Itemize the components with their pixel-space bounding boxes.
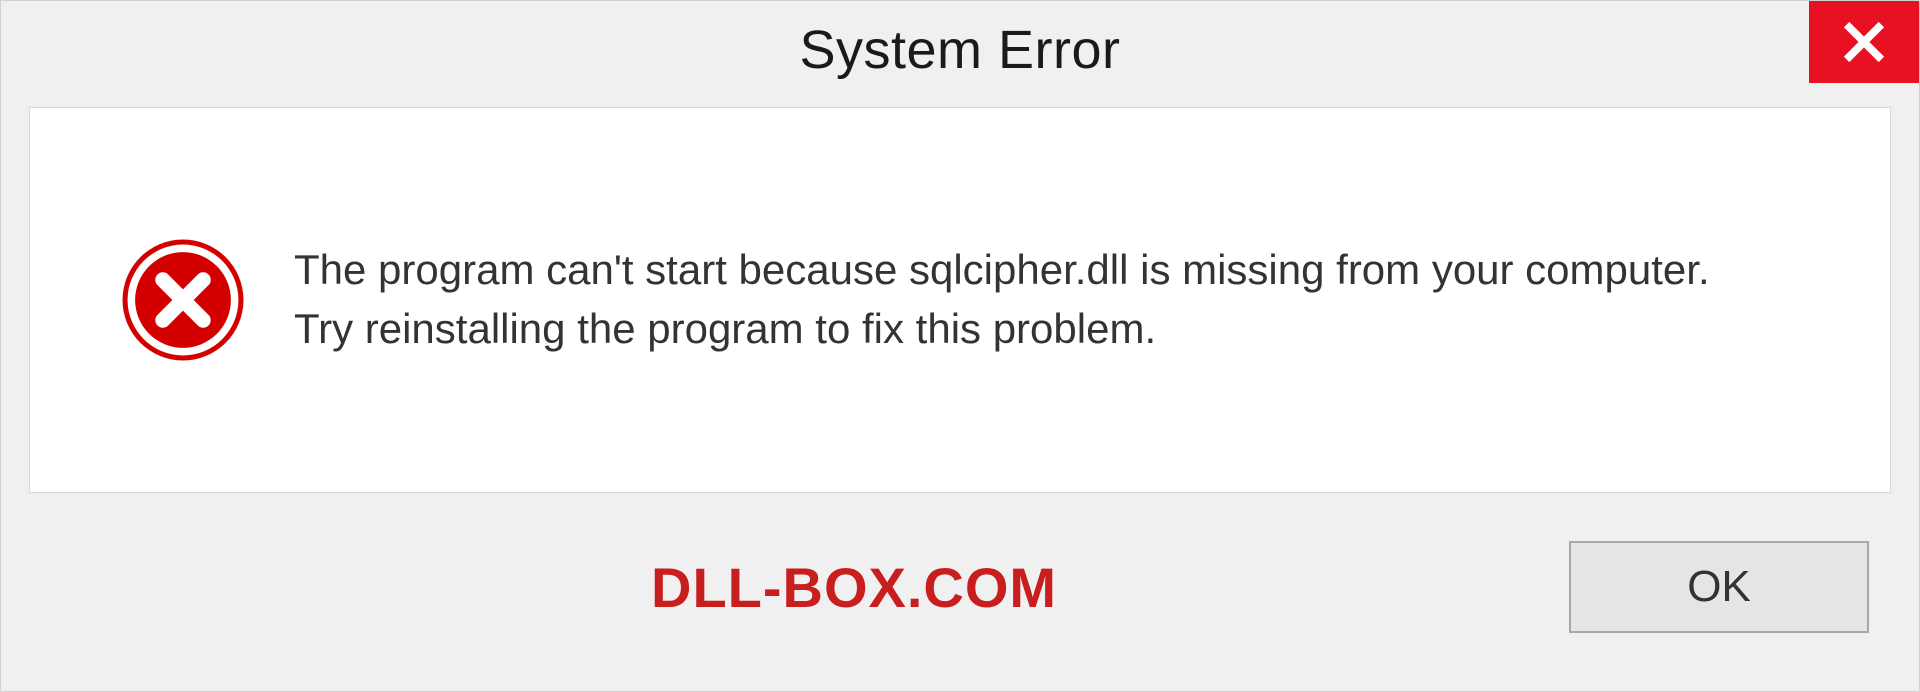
close-icon bbox=[1842, 20, 1886, 64]
error-message: The program can't start because sqlciphe… bbox=[294, 241, 1860, 359]
dialog-title: System Error bbox=[1, 1, 1919, 81]
dialog-footer: DLL-BOX.COM OK bbox=[1, 493, 1919, 633]
ok-button[interactable]: OK bbox=[1569, 541, 1869, 633]
titlebar: System Error bbox=[1, 1, 1919, 97]
system-error-dialog: System Error The program can't start bec… bbox=[0, 0, 1920, 692]
error-icon bbox=[120, 237, 246, 363]
content-panel: The program can't start because sqlciphe… bbox=[29, 107, 1891, 493]
watermark-text: DLL-BOX.COM bbox=[651, 555, 1057, 620]
close-button[interactable] bbox=[1809, 1, 1919, 83]
